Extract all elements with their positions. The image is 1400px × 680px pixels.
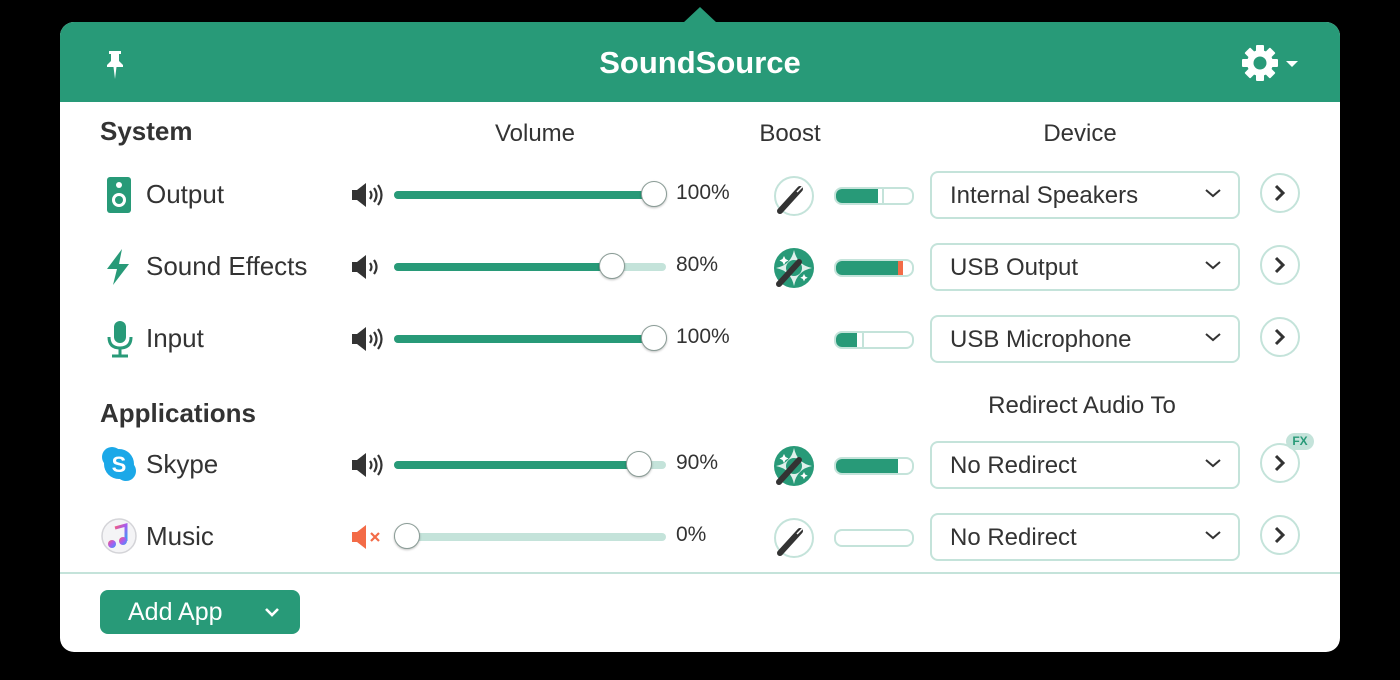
chevron-down-icon — [265, 608, 279, 617]
level-meter-fill — [836, 261, 898, 275]
redirect-select-value: No Redirect — [950, 452, 1077, 479]
speaker-medium-icon[interactable] — [350, 253, 384, 281]
device-select-value: USB Microphone — [950, 326, 1132, 353]
level-meter — [834, 331, 914, 349]
soundsource-panel: SoundSource System Volume Boost Device O… — [60, 22, 1340, 652]
row-label: Output — [146, 179, 225, 209]
speaker-loud-icon[interactable] — [350, 181, 384, 209]
section-title-system: System — [100, 116, 193, 146]
volume-slider[interactable] — [394, 451, 666, 477]
effects-detail-button[interactable] — [1260, 245, 1300, 285]
chevron-down-icon — [1205, 459, 1221, 468]
volume-slider[interactable] — [394, 253, 666, 279]
volume-slider[interactable] — [394, 181, 667, 207]
speaker-muted-icon[interactable] — [350, 523, 384, 551]
redirect-select[interactable]: No Redirect — [930, 441, 1240, 489]
level-meter-clip-indicator — [898, 261, 903, 275]
level-meter-fill — [836, 189, 878, 203]
settings-menu-button[interactable] — [1240, 44, 1302, 87]
pin-icon — [107, 51, 123, 79]
level-meter-peak — [862, 333, 864, 347]
volume-slider-fill — [394, 191, 654, 199]
volume-slider-knob[interactable] — [641, 325, 667, 351]
app-row-music: Music 0% No Redirect — [60, 507, 1340, 567]
volume-slider-fill — [394, 335, 654, 343]
row-label: Input — [146, 323, 204, 353]
device-select[interactable]: USB Output — [930, 243, 1240, 291]
app-title: SoundSource — [599, 45, 801, 80]
level-meter-fill — [836, 459, 898, 473]
chevron-down-icon — [1205, 261, 1221, 270]
effects-detail-button[interactable] — [1260, 173, 1300, 213]
volume-slider[interactable] — [394, 523, 666, 549]
device-select-value: Internal Speakers — [950, 182, 1139, 209]
volume-slider-knob[interactable] — [394, 523, 420, 549]
chevron-right-icon — [1274, 454, 1286, 472]
skype-icon: S — [102, 447, 136, 481]
chevron-down-icon — [1205, 333, 1221, 342]
volume-slider-fill — [394, 263, 612, 271]
redirect-select[interactable]: No Redirect — [930, 513, 1240, 561]
add-app-label: Add App — [128, 598, 223, 626]
footer-divider — [60, 572, 1340, 574]
row-label: Skype — [146, 449, 219, 479]
volume-slider-knob[interactable] — [598, 253, 625, 279]
column-header-volume: Volume — [494, 120, 576, 147]
effects-detail-button[interactable] — [1260, 317, 1300, 357]
popover-arrow — [683, 7, 717, 23]
volume-percent: 80% — [676, 253, 719, 276]
volume-slider-fill — [394, 461, 639, 469]
boost-wand-on-icon[interactable] — [773, 445, 815, 487]
app-row-skype: S Skype 90% No Redirect FX — [60, 433, 1340, 495]
speaker-loud-icon[interactable] — [350, 451, 384, 479]
device-select[interactable]: USB Microphone — [930, 315, 1240, 363]
device-select-value: USB Output — [950, 254, 1079, 281]
svg-text:S: S — [112, 452, 127, 477]
music-icon — [101, 518, 137, 554]
volume-slider-knob[interactable] — [625, 451, 652, 477]
volume-percent: 100% — [676, 325, 730, 348]
chevron-down-icon — [1205, 531, 1221, 540]
section-title-applications: Applications — [100, 398, 257, 428]
volume-slider-knob[interactable] — [641, 181, 667, 207]
add-app-button[interactable]: Add App — [100, 590, 300, 634]
level-meter — [834, 259, 914, 277]
system-row-sound-effects: Sound Effects 80% USB Output — [60, 237, 1340, 297]
volume-percent: 90% — [676, 451, 719, 474]
gear-icon — [1242, 45, 1298, 81]
boost-wand-on-icon[interactable] — [773, 247, 815, 289]
lightning-icon — [107, 249, 129, 285]
chevron-right-icon — [1274, 526, 1286, 544]
volume-percent: 0% — [676, 523, 707, 546]
volume-slider[interactable] — [394, 325, 667, 351]
level-meter-fill — [836, 333, 857, 347]
speaker-loud-icon[interactable] — [350, 325, 384, 353]
row-label: Music — [146, 521, 214, 551]
boost-wand-off-icon[interactable] — [773, 517, 815, 559]
system-row-input: Input 100% USB Microphone — [60, 309, 1340, 369]
level-meter — [834, 187, 914, 205]
chevron-right-icon — [1274, 256, 1286, 274]
column-header-device: Device — [1043, 120, 1117, 147]
level-meter — [834, 529, 914, 547]
speaker-box-icon — [107, 177, 131, 213]
level-meter-peak — [882, 189, 884, 203]
pin-button[interactable] — [104, 50, 126, 85]
column-header-boost: Boost — [759, 120, 821, 147]
microphone-icon — [107, 321, 133, 358]
row-label: Sound Effects — [146, 251, 308, 281]
chevron-down-icon — [1205, 189, 1221, 198]
chevron-right-icon — [1274, 328, 1286, 346]
redirect-select-value: No Redirect — [950, 524, 1077, 551]
device-select[interactable]: Internal Speakers — [930, 171, 1240, 219]
fx-badge: FX — [1286, 433, 1314, 450]
chevron-right-icon — [1274, 184, 1286, 202]
column-header-redirect: Redirect Audio To — [988, 392, 1176, 419]
title-bar: SoundSource — [60, 22, 1340, 102]
effects-detail-button[interactable] — [1260, 515, 1300, 555]
level-meter — [834, 457, 914, 475]
system-row-output: Output 100% Internal Speakers — [60, 165, 1340, 225]
boost-wand-off-icon[interactable] — [773, 175, 815, 217]
volume-percent: 100% — [676, 181, 730, 204]
